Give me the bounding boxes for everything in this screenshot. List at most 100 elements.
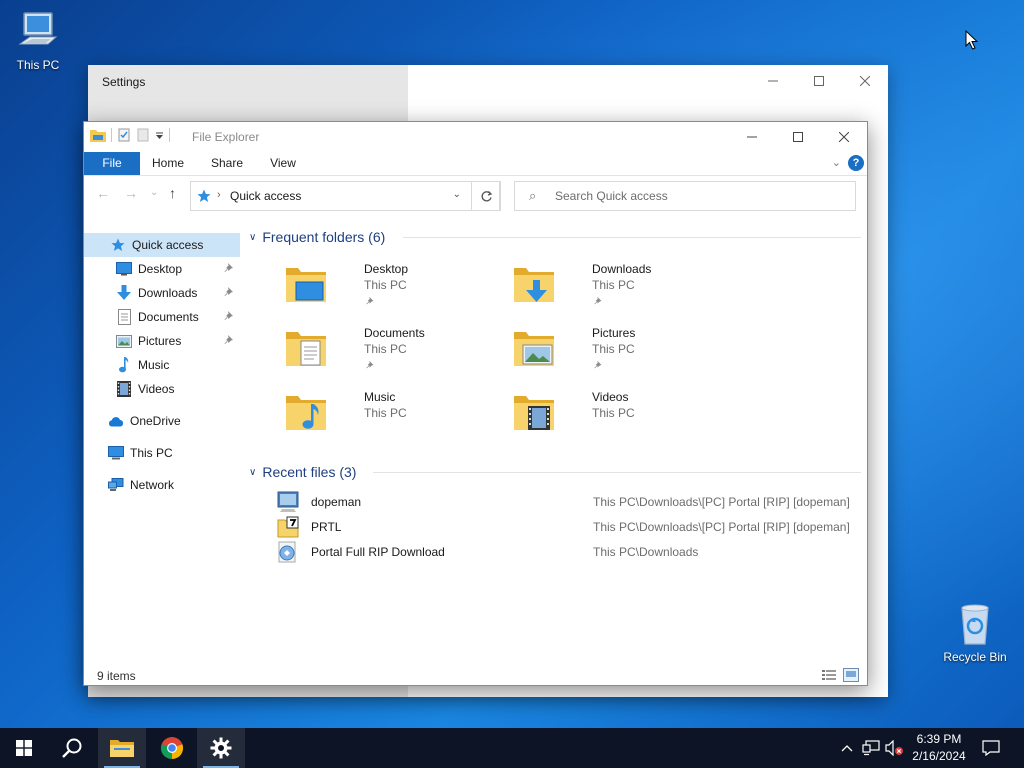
tab-file[interactable]: File (84, 152, 140, 175)
folder-tile-videos[interactable]: Videos This PC (512, 386, 732, 444)
recent-locations-chevron-icon[interactable]: ⌄ (150, 187, 158, 198)
forward-button[interactable]: → (124, 185, 138, 201)
close-icon (839, 132, 849, 142)
up-button[interactable]: ↑ (169, 185, 176, 201)
recent-file-row[interactable]: Portal Full RIP Download This PC\Downloa… (277, 540, 863, 565)
file-explorer-window[interactable]: File Explorer File Home Share View ⌄ ? ←… (83, 121, 868, 686)
folder-name: Videos (592, 390, 629, 404)
ribbon-expand-chevron-icon[interactable]: ⌄ (832, 156, 841, 169)
star-icon (110, 237, 126, 253)
nav-item-music[interactable]: Music (84, 353, 240, 377)
file-path: This PC\Downloads\[PC] Portal [RIP] [dop… (593, 495, 850, 509)
details-view-icon[interactable] (821, 668, 837, 682)
group-header-label: Frequent folders (6) (262, 229, 386, 245)
nav-item-label: Network (130, 478, 175, 492)
minimize-button[interactable] (729, 122, 775, 152)
large-icons-view-icon[interactable] (843, 668, 859, 682)
pin-icon[interactable] (224, 286, 236, 298)
folder-location: This PC (592, 342, 635, 356)
music-folder-icon (286, 396, 326, 430)
downloads-folder-icon (514, 268, 554, 302)
folder-name: Desktop (364, 262, 409, 276)
picture-icon (116, 333, 132, 349)
maximize-button[interactable] (775, 122, 821, 152)
chevron-down-icon[interactable] (155, 131, 164, 140)
taskbar-chrome-button[interactable] (148, 728, 196, 768)
tab-view[interactable]: View (262, 152, 304, 175)
folder-tile-documents[interactable]: Documents This PC (284, 322, 504, 380)
nav-item-onedrive[interactable]: OneDrive (84, 409, 240, 433)
clock[interactable]: 6:39 PM 2/16/2024 (904, 731, 974, 765)
desktop-icon (116, 261, 132, 277)
address-dropdown-icon[interactable]: ⌄ (453, 189, 461, 200)
clock-date: 2/16/2024 (912, 749, 966, 763)
computer-icon (18, 12, 58, 45)
nav-item-network[interactable]: Network (84, 473, 240, 497)
pin-icon[interactable] (224, 310, 236, 322)
gear-icon (210, 737, 232, 759)
network-status-button[interactable] (860, 728, 882, 768)
taskbar-settings-button[interactable] (197, 728, 245, 768)
desktop-folder-icon (286, 268, 326, 302)
nav-item-downloads[interactable]: Downloads (84, 281, 240, 305)
new-folder-icon[interactable] (136, 128, 150, 142)
back-button[interactable]: ← (96, 185, 110, 201)
desktop-icon-label: Recycle Bin (943, 650, 1007, 664)
group-header-frequent-folders[interactable]: ∨ Frequent folders (6) (247, 227, 863, 247)
help-button[interactable]: ? (848, 155, 864, 171)
recent-file-row[interactable]: dopeman This PC\Downloads\[PC] Portal [R… (277, 490, 863, 515)
minimize-icon (747, 136, 757, 138)
folder-tile-desktop[interactable]: Desktop This PC (284, 258, 504, 316)
group-header-recent-files[interactable]: ∨ Recent files (3) (247, 462, 863, 482)
desktop-icon-recycle-bin[interactable]: Recycle Bin (937, 602, 1013, 664)
address-bar[interactable]: › Quick access ⌄ (190, 181, 500, 211)
folder-tile-music[interactable]: Music This PC (284, 386, 504, 444)
refresh-button[interactable] (471, 181, 501, 211)
nav-item-desktop[interactable]: Desktop (84, 257, 240, 281)
close-icon (860, 76, 870, 86)
windows-logo-icon (16, 740, 32, 756)
explorer-titlebar[interactable]: File Explorer (84, 122, 867, 152)
recent-file-row[interactable]: PRTL This PC\Downloads\[PC] Portal [RIP]… (277, 515, 863, 540)
desktop-icon-this-pc[interactable]: This PC (0, 10, 76, 72)
pin-icon[interactable] (224, 334, 236, 346)
desktop-icon-label: This PC (16, 58, 60, 72)
pin-icon[interactable] (224, 262, 236, 274)
pin-icon[interactable] (366, 296, 376, 306)
volume-button[interactable] (884, 728, 906, 768)
action-center-button[interactable] (978, 728, 1004, 768)
pin-icon[interactable] (594, 360, 604, 370)
show-hidden-icons-button[interactable] (838, 728, 856, 768)
nav-item-documents[interactable]: Documents (84, 305, 240, 329)
start-button[interactable] (0, 728, 48, 768)
content-pane: ∨ Frequent folders (6) Desktop This PC D… (247, 227, 863, 667)
tab-share[interactable]: Share (204, 152, 250, 175)
breadcrumb-separator-icon[interactable]: › (217, 189, 221, 201)
volume-muted-icon (885, 740, 903, 756)
settings-close-button[interactable] (842, 65, 888, 97)
folder-icon[interactable] (90, 128, 106, 142)
folder-tile-pictures[interactable]: Pictures This PC (512, 322, 732, 380)
nav-item-this-pc[interactable]: This PC (84, 441, 240, 465)
chrome-icon (160, 737, 184, 760)
properties-icon[interactable] (117, 128, 131, 142)
search-box[interactable]: ⌕ Search Quick access (514, 181, 856, 211)
pin-icon[interactable] (594, 296, 604, 306)
settings-minimize-button[interactable] (750, 65, 796, 97)
group-divider (373, 472, 861, 473)
pin-icon[interactable] (366, 360, 376, 370)
close-button[interactable] (821, 122, 867, 152)
search-button[interactable] (48, 728, 96, 768)
folder-tile-downloads[interactable]: Downloads This PC (512, 258, 732, 316)
folder-icon (110, 740, 134, 757)
network-icon (108, 477, 124, 493)
taskbar: 6:39 PM 2/16/2024 (0, 728, 1024, 768)
settings-maximize-button[interactable] (796, 65, 842, 97)
tab-home[interactable]: Home (146, 152, 190, 175)
nav-item-videos[interactable]: Videos (84, 377, 240, 401)
taskbar-file-explorer-button[interactable] (98, 728, 146, 768)
folder-location: This PC (592, 406, 635, 420)
nav-item-quick-access[interactable]: Quick access (84, 233, 240, 257)
window-title: File Explorer (192, 130, 260, 144)
nav-item-pictures[interactable]: Pictures (84, 329, 240, 353)
